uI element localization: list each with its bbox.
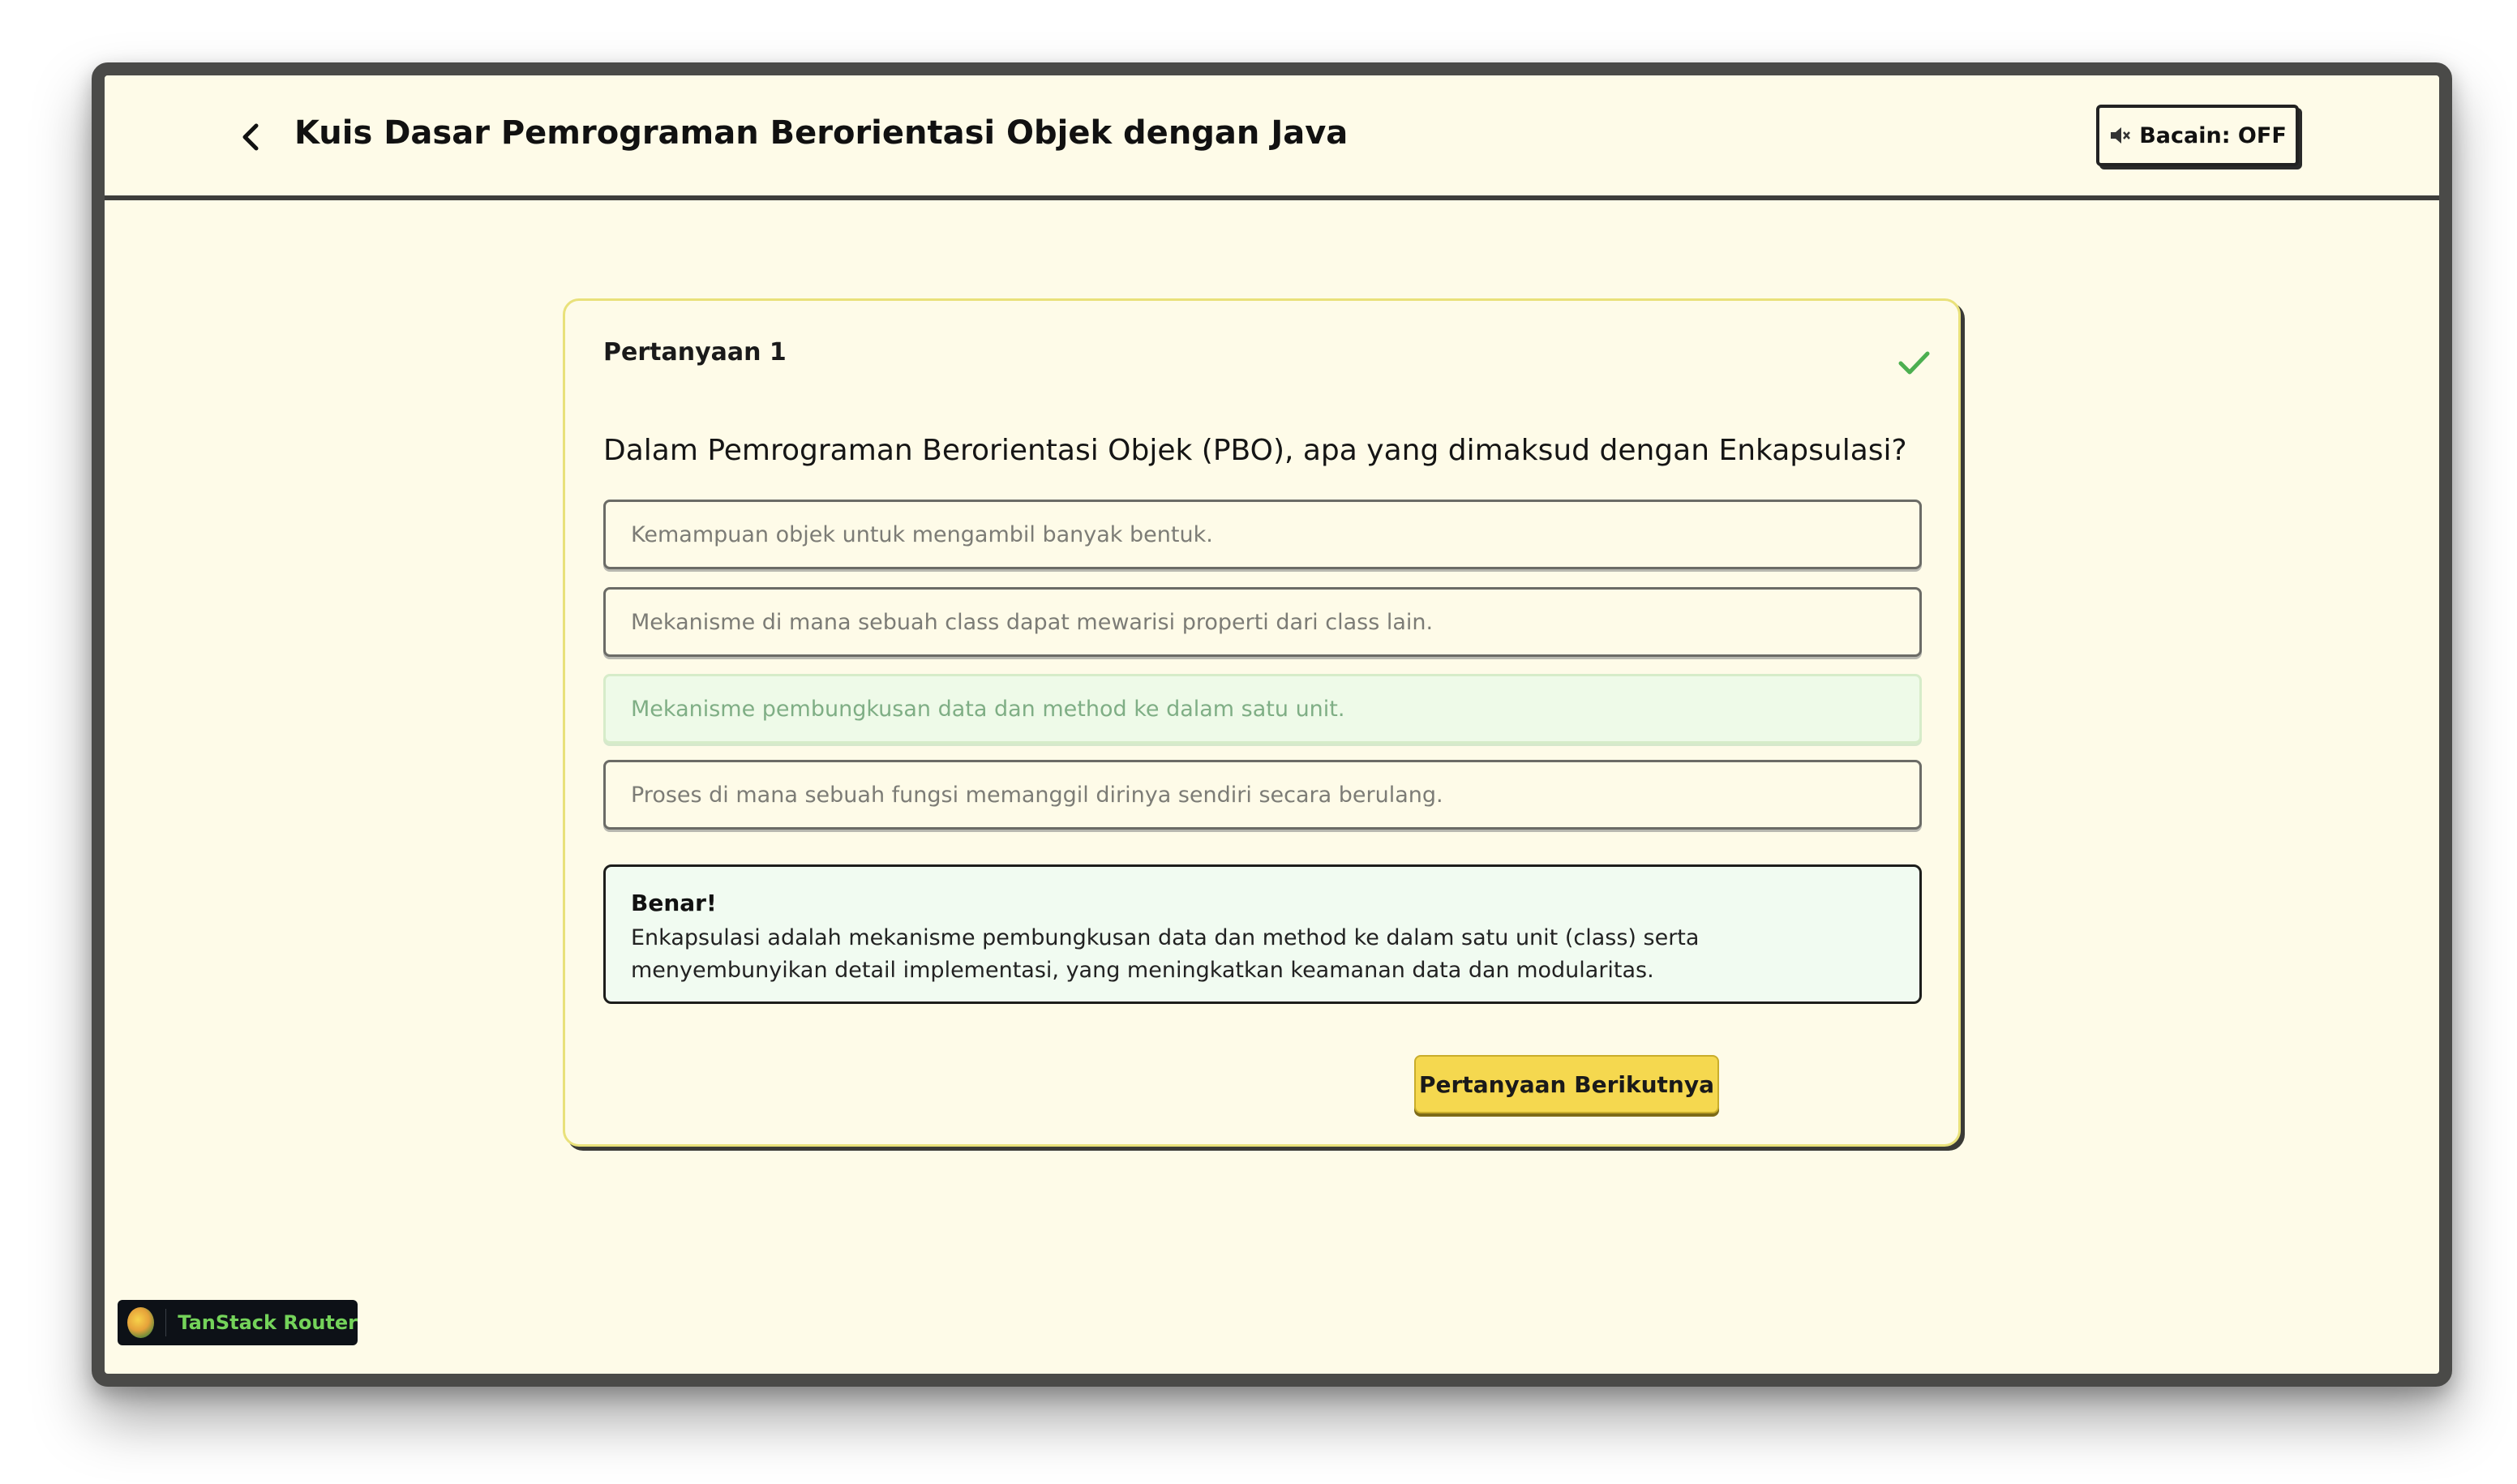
- tanstack-router-devtools-button[interactable]: TanStack Router: [118, 1300, 358, 1345]
- answer-option-label: Mekanisme pembungkusan data dan method k…: [631, 696, 1345, 722]
- question-number: Pertanyaan 1: [603, 338, 787, 367]
- feedback-box: Benar! Enkapsulasi adalah mekanisme pemb…: [603, 864, 1922, 1004]
- answer-option-label: Proses di mana sebuah fungsi memanggil d…: [631, 782, 1443, 808]
- speaker-muted-icon: [2111, 127, 2131, 144]
- chevron-left-icon: [242, 123, 259, 151]
- answer-option-label: Mekanisme di mana sebuah class dapat mew…: [631, 609, 1434, 635]
- header-bar: Kuis Dasar Pemrograman Berorientasi Obje…: [105, 75, 2439, 200]
- page-title: Kuis Dasar Pemrograman Berorientasi Obje…: [294, 114, 1349, 152]
- answer-option-correct[interactable]: Mekanisme pembungkusan data dan method k…: [603, 674, 1922, 744]
- reader-toggle-label: Bacain: OFF: [2139, 122, 2287, 148]
- checkmark-icon: [1898, 351, 1930, 375]
- next-question-button[interactable]: Pertanyaan Berikutnya: [1414, 1055, 1719, 1113]
- answer-option[interactable]: Mekanisme di mana sebuah class dapat mew…: [603, 587, 1922, 657]
- reader-toggle-button[interactable]: Bacain: OFF: [2096, 105, 2299, 166]
- app-window: Kuis Dasar Pemrograman Berorientasi Obje…: [92, 62, 2452, 1387]
- tanstack-logo-icon: [127, 1307, 154, 1338]
- answer-option[interactable]: Kemampuan objek untuk mengambil banyak b…: [603, 500, 1922, 569]
- feedback-title: Benar!: [631, 890, 717, 916]
- answer-option[interactable]: Proses di mana sebuah fungsi memanggil d…: [603, 760, 1922, 830]
- question-text: Dalam Pemrograman Berorientasi Objek (PB…: [603, 434, 1907, 467]
- divider: [165, 1309, 167, 1336]
- devtools-label: TanStack Router: [178, 1311, 358, 1334]
- feedback-text: Enkapsulasi adalah mekanisme pembungkusa…: [631, 925, 1700, 983]
- question-card: Pertanyaan 1 Dalam Pemrograman Berorient…: [563, 298, 1961, 1147]
- answer-option-label: Kemampuan objek untuk mengambil banyak b…: [631, 521, 1213, 547]
- back-button[interactable]: [226, 113, 275, 161]
